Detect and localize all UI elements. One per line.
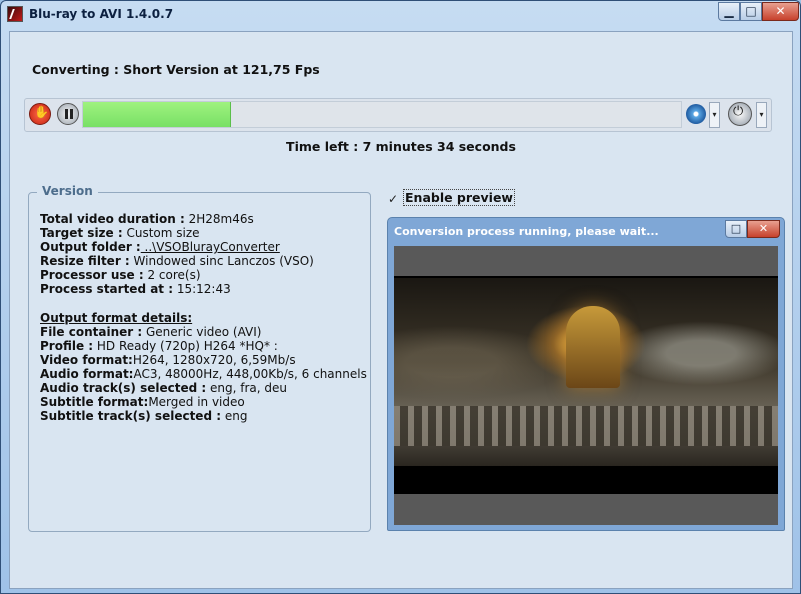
version-group-title: Version [37, 184, 98, 198]
close-button[interactable]: ✕ [762, 2, 799, 21]
info-label: Resize filter : [40, 254, 130, 269]
detail-label: Video format: [40, 352, 133, 367]
info-row: Output folder : ..\VSOBlurayConverter [40, 240, 367, 254]
detail-row: File container : Generic video (AVI) [40, 325, 367, 339]
conversion-toolbar: ▾ ▾ [24, 98, 772, 132]
detail-value: H264, 1280x720, 6,59Mb/s [132, 352, 296, 367]
client-area: Converting : Short Version at 121,75 Fps… [9, 31, 793, 589]
preview-maximize-button[interactable]: □ [725, 220, 747, 238]
detail-value: Merged in video [148, 395, 245, 410]
detail-value: AC3, 48000Hz, 448,00Kb/s, 6 channels [133, 366, 367, 381]
enable-preview-checkbox[interactable]: ✓ Enable preview [388, 189, 515, 206]
progress-bar [82, 101, 682, 128]
pause-button[interactable] [57, 103, 79, 125]
minimize-button[interactable]: ▁ [718, 2, 740, 21]
info-row: Processor use : 2 core(s) [40, 268, 367, 282]
details-header: Output format details: [40, 310, 193, 325]
video-preview [394, 246, 778, 525]
letterbox-top [394, 246, 778, 276]
info-value: 2H28m46s [184, 212, 254, 226]
info-value: 2 core(s) [143, 268, 201, 283]
detail-value: Generic video (AVI) [142, 324, 262, 339]
info-label: Output folder : [40, 240, 141, 255]
checkmark-icon[interactable]: ✓ [388, 193, 399, 205]
balustrade-image [394, 406, 778, 446]
preview-window-title: Conversion process running, please wait.… [394, 225, 659, 238]
window-title: Blu-ray to AVI 1.4.0.7 [29, 7, 174, 21]
info-row: Total video duration : 2H28m46s [40, 212, 367, 226]
time-left: Time left : 7 minutes 34 seconds [286, 139, 516, 154]
detail-row: Audio format:AC3, 48000Hz, 448,00Kb/s, 6… [40, 367, 367, 381]
video-frame [394, 278, 778, 466]
disc-dropdown-button[interactable]: ▾ [709, 102, 720, 128]
detail-label: Subtitle format: [40, 395, 149, 410]
info-row: Process started at : 15:12:43 [40, 282, 367, 296]
version-group: Version Total video duration : 2H28m46s … [28, 184, 371, 532]
info-label: Target size : [40, 226, 123, 241]
info-label: Processor use : [40, 268, 144, 283]
output-folder-link[interactable]: ..\VSOBlurayConverter [141, 240, 280, 254]
stop-button[interactable] [29, 103, 51, 125]
disc-icon [686, 104, 706, 124]
detail-value: eng, fra, deu [206, 381, 287, 396]
info-value: Windowed sinc Lanczos (VSO) [129, 254, 314, 269]
detail-row: Profile : HD Ready (720p) H264 *HQ* : [40, 339, 367, 353]
disc-button[interactable] [685, 102, 707, 126]
maximize-button[interactable]: □ [740, 2, 762, 21]
info-row: Resize filter : Windowed sinc Lanczos (V… [40, 254, 367, 268]
detail-row: Video format:H264, 1280x720, 6,59Mb/s [40, 353, 367, 367]
preview-window: Conversion process running, please wait.… [387, 217, 785, 531]
detail-row: Subtitle track(s) selected : eng [40, 409, 367, 423]
preview-close-button[interactable]: ✕ [747, 220, 780, 238]
info-value: Custom size [122, 226, 200, 241]
throne-image [566, 306, 620, 388]
detail-value: eng [221, 409, 248, 424]
letterbox-bottom [394, 494, 778, 525]
detail-label: File container : [40, 324, 143, 339]
version-info: Total video duration : 2H28m46s Target s… [40, 212, 367, 423]
detail-label: Audio format: [40, 366, 134, 381]
app-icon [7, 6, 23, 22]
converting-status: Converting : Short Version at 121,75 Fps [32, 62, 320, 77]
power-button[interactable] [728, 102, 752, 126]
detail-label: Audio track(s) selected : [40, 381, 207, 396]
enable-preview-label[interactable]: Enable preview [403, 189, 515, 206]
detail-label: Subtitle track(s) selected : [40, 409, 222, 424]
main-window: Blu-ray to AVI 1.4.0.7 ▁ □ ✕ Converting … [0, 0, 801, 594]
detail-row: Subtitle format:Merged in video [40, 395, 367, 409]
info-row: Target size : Custom size [40, 226, 367, 240]
info-label: Total video duration : [40, 212, 185, 226]
detail-row: Audio track(s) selected : eng, fra, deu [40, 381, 367, 395]
info-value: 15:12:43 [173, 282, 231, 297]
progress-fill [83, 102, 232, 127]
title-bar[interactable]: Blu-ray to AVI 1.4.0.7 ▁ □ ✕ [1, 1, 800, 29]
info-label: Process started at : [40, 282, 174, 297]
detail-label: Profile : [40, 338, 94, 353]
power-dropdown-button[interactable]: ▾ [756, 102, 767, 128]
detail-value: HD Ready (720p) H264 *HQ* : [93, 338, 278, 353]
